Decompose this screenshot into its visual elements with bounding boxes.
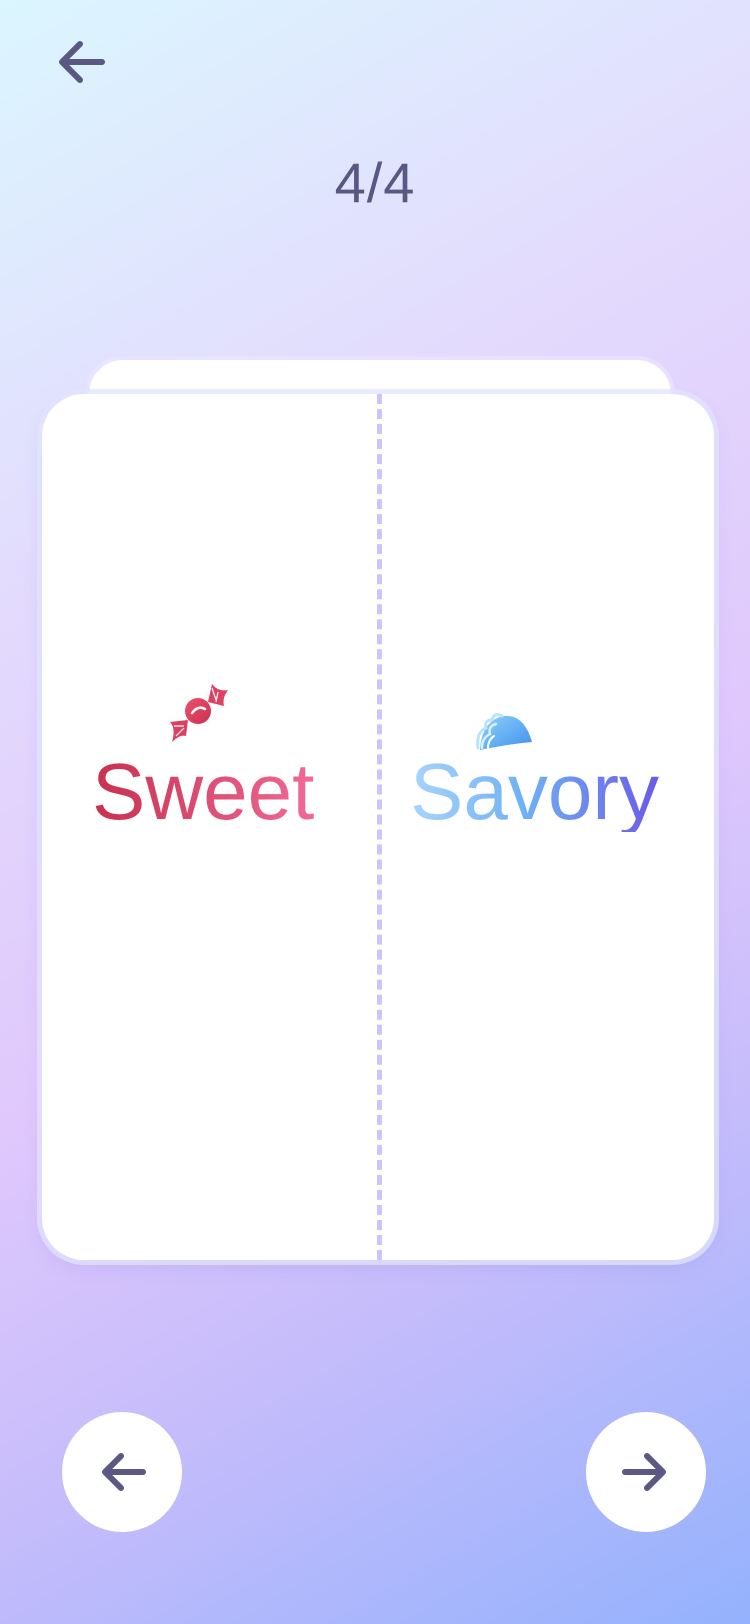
savory-option[interactable]: Savory (380, 394, 714, 1260)
next-button[interactable] (586, 1412, 706, 1532)
choice-card: Sweet Savory (42, 394, 714, 1260)
previous-button[interactable] (62, 1412, 182, 1532)
sweet-option[interactable]: Sweet (42, 394, 378, 1260)
back-button[interactable] (48, 30, 112, 94)
arrow-right-icon (622, 1453, 666, 1491)
savory-label: Savory (410, 747, 659, 836)
progress-counter: 4/4 (334, 151, 416, 214)
sweet-label: Sweet (92, 747, 315, 836)
arrow-left-icon (59, 41, 105, 83)
arrow-left-icon (102, 1453, 146, 1491)
candy-icon (170, 684, 228, 742)
